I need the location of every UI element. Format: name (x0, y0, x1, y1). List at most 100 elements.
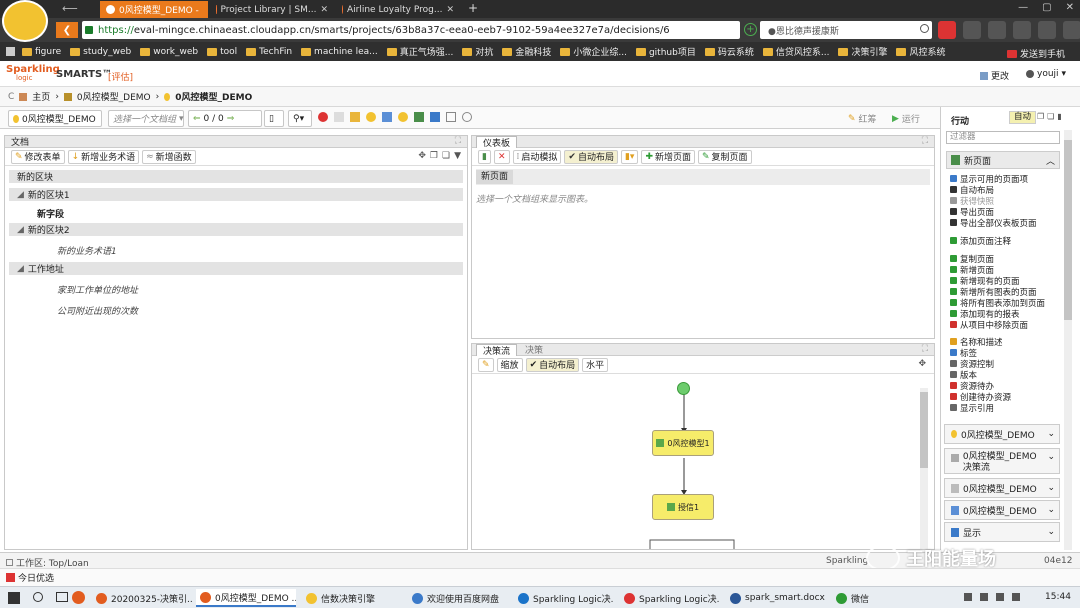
url-field[interactable]: https:// eval-mingce.chinaeast.cloudapp.… (82, 21, 740, 39)
panel-maximize-icon[interactable]: ⛶ (922, 344, 928, 354)
collapsed-section[interactable]: 0风控模型_DEMO ⌄ (944, 424, 1060, 444)
action-item[interactable]: 复制页面 (950, 253, 1062, 265)
browser-avatar[interactable] (2, 0, 48, 42)
bookmark-item[interactable]: 金融科技 (502, 45, 551, 58)
browser-tab[interactable]: Project Library | SM... ✕ (210, 1, 334, 18)
tray-icon[interactable] (980, 593, 988, 601)
back-button[interactable]: ❮ (56, 22, 78, 38)
taskbar-item[interactable]: 20200325-决策引... (92, 589, 192, 607)
bookmark-item[interactable]: tool (207, 47, 237, 57)
maximize-icon[interactable]: ▢ (1042, 2, 1051, 13)
add-page-button[interactable]: ✚ 新增页面 (641, 149, 695, 164)
project-selector[interactable]: 0风控模型_DEMO (8, 110, 102, 127)
panel-maximize-icon[interactable]: ⛶ (922, 136, 928, 146)
clock[interactable]: 15:44 (1045, 592, 1071, 602)
flow-node[interactable]: 授信1 (652, 494, 714, 520)
doc-section[interactable]: ◢ 新的区块2 (9, 223, 463, 236)
action-item[interactable]: 导出全部仪表板页面 (950, 217, 1062, 229)
right-scrollbar-thumb[interactable] (1064, 140, 1072, 320)
action-item[interactable]: 自动布局 (950, 184, 1062, 196)
doc-field[interactable]: 家到工作单位的地址 (5, 283, 467, 304)
change-button[interactable]: 更改 (980, 69, 1009, 82)
paste-icon[interactable]: ❏ (442, 151, 450, 161)
taskbar-item[interactable]: 微信 (832, 589, 892, 607)
edit-flow-button[interactable]: ✎ (478, 357, 494, 372)
run-button[interactable]: ▶ 运行 (892, 112, 920, 126)
bookmark-item[interactable]: figure (22, 47, 61, 57)
doc-section[interactable]: ◢ 新的区块1 (9, 188, 463, 201)
note-tab[interactable]: 今日优选 (18, 571, 54, 584)
action-item[interactable]: 资源控制 (950, 358, 1062, 370)
copy-icon[interactable]: ❐ (1037, 112, 1044, 121)
bookmark-item[interactable]: study_web (70, 47, 131, 57)
breadcrumb-project[interactable]: 0风控模型_DEMO (77, 90, 151, 103)
tab-decision[interactable]: 决策 (519, 344, 549, 356)
close-tab-icon[interactable]: ✕ (446, 5, 454, 15)
back-icon[interactable]: ⟵ (62, 2, 78, 15)
paste-icon[interactable]: ❏ (1047, 112, 1054, 121)
tab-new-page[interactable]: 新页面 (476, 170, 514, 184)
actions-group-header[interactable]: 新页面 ︿ (946, 151, 1060, 169)
doc-group-select[interactable]: 选择一个文档组 ▾ (108, 110, 184, 127)
chart-icon[interactable] (382, 112, 392, 122)
right-scrollbar[interactable] (1064, 130, 1072, 550)
link-icon[interactable] (446, 112, 456, 122)
horizontal-button[interactable]: 水平 (582, 357, 609, 372)
search-icon[interactable] (33, 592, 43, 602)
search-icon[interactable] (920, 24, 929, 33)
bookmark-item[interactable]: 风控系统 (896, 45, 945, 58)
add-business-term-button[interactable]: ↓ 新增业务术语 (67, 149, 140, 164)
favorites-icon[interactable] (988, 21, 1006, 39)
taskbar-item[interactable]: 信数决策引擎 (302, 589, 402, 607)
start-simulation-button[interactable]: ⁞ 启动模拟 (512, 149, 562, 164)
extension-icon[interactable] (963, 21, 981, 39)
browser-tab-active[interactable]: 0风控模型_DEMO - (100, 1, 208, 18)
bookmark-item[interactable]: 信贷风控系... (762, 45, 829, 58)
add-page-icon[interactable]: + (744, 23, 757, 36)
action-item[interactable]: 资源待办 (950, 380, 1062, 392)
flow-node[interactable]: 0风控模型1 (652, 430, 714, 456)
taskbar-item[interactable]: Sparkling Logic决... (620, 589, 720, 607)
extension-icon[interactable] (938, 21, 956, 39)
tag-icon[interactable] (430, 112, 440, 122)
browser-tab[interactable]: Airline Loyalty Prog... ✕ (336, 1, 460, 18)
pin-icon[interactable]: ▮ (1057, 112, 1061, 121)
doc-section[interactable]: 新的区块 (9, 170, 463, 183)
list-icon[interactable] (334, 112, 344, 122)
download-icon[interactable] (1013, 21, 1031, 39)
bookmark-item[interactable]: 小微企业综... (560, 45, 627, 58)
action-item[interactable]: 将所有图表添加到页面 (950, 297, 1062, 309)
flow-start-node[interactable] (677, 382, 690, 395)
action-item[interactable]: 创建待办资源 (950, 391, 1062, 403)
palette-icon[interactable] (414, 112, 424, 122)
action-item[interactable]: 版本 (950, 369, 1062, 381)
doc-field[interactable]: 公司附近出现的次数 (5, 304, 467, 322)
doc-field[interactable]: 新的业务术语1 (5, 244, 467, 262)
search-menu-button[interactable]: ⚲▾ (288, 110, 312, 127)
doc-section[interactable]: ◢ 工作地址 (9, 262, 463, 275)
bookmark-item[interactable]: 决策引擎 (838, 45, 887, 58)
minimize-icon[interactable]: — (1018, 2, 1028, 13)
close-window-icon[interactable]: ✕ (1066, 2, 1074, 13)
next-icon[interactable]: ⇒ (227, 114, 235, 124)
collapsed-section[interactable]: 0风控模型_DEMO 决策流 ⌄ (944, 448, 1060, 474)
copy-icon[interactable]: ❐ (430, 151, 438, 161)
refresh-icon[interactable]: C (8, 92, 14, 102)
action-item[interactable]: 导出页面 (950, 206, 1062, 218)
bulb-icon[interactable] (398, 112, 408, 122)
panel-maximize-icon[interactable]: ⛶ (455, 136, 461, 146)
action-item[interactable]: 显示引用 (950, 402, 1062, 414)
send-to-phone-button[interactable]: 发送到手机 (1006, 47, 1065, 60)
action-item[interactable]: 新增现有的页面 (950, 275, 1062, 287)
apps-icon[interactable] (6, 47, 15, 56)
auto-layout-button[interactable]: ✔ 自动布局 (564, 149, 618, 164)
actions-filter-input[interactable]: 过滤器 (946, 131, 1060, 144)
collapsed-section[interactable]: 0风控模型_DEMO ⌄ (944, 478, 1060, 498)
taskbar-item[interactable]: 欢迎使用百度网盘 (408, 589, 508, 607)
taskbar-item[interactable]: 0风控模型_DEMO ... (196, 589, 296, 607)
action-item[interactable]: 添加页面注释 (950, 235, 1062, 247)
extension-icon[interactable] (1038, 21, 1056, 39)
expand-icon[interactable]: ◢ (17, 225, 24, 235)
bookmark-item[interactable]: 码云系统 (704, 45, 754, 58)
prev-icon[interactable]: ⇐ (193, 114, 201, 124)
